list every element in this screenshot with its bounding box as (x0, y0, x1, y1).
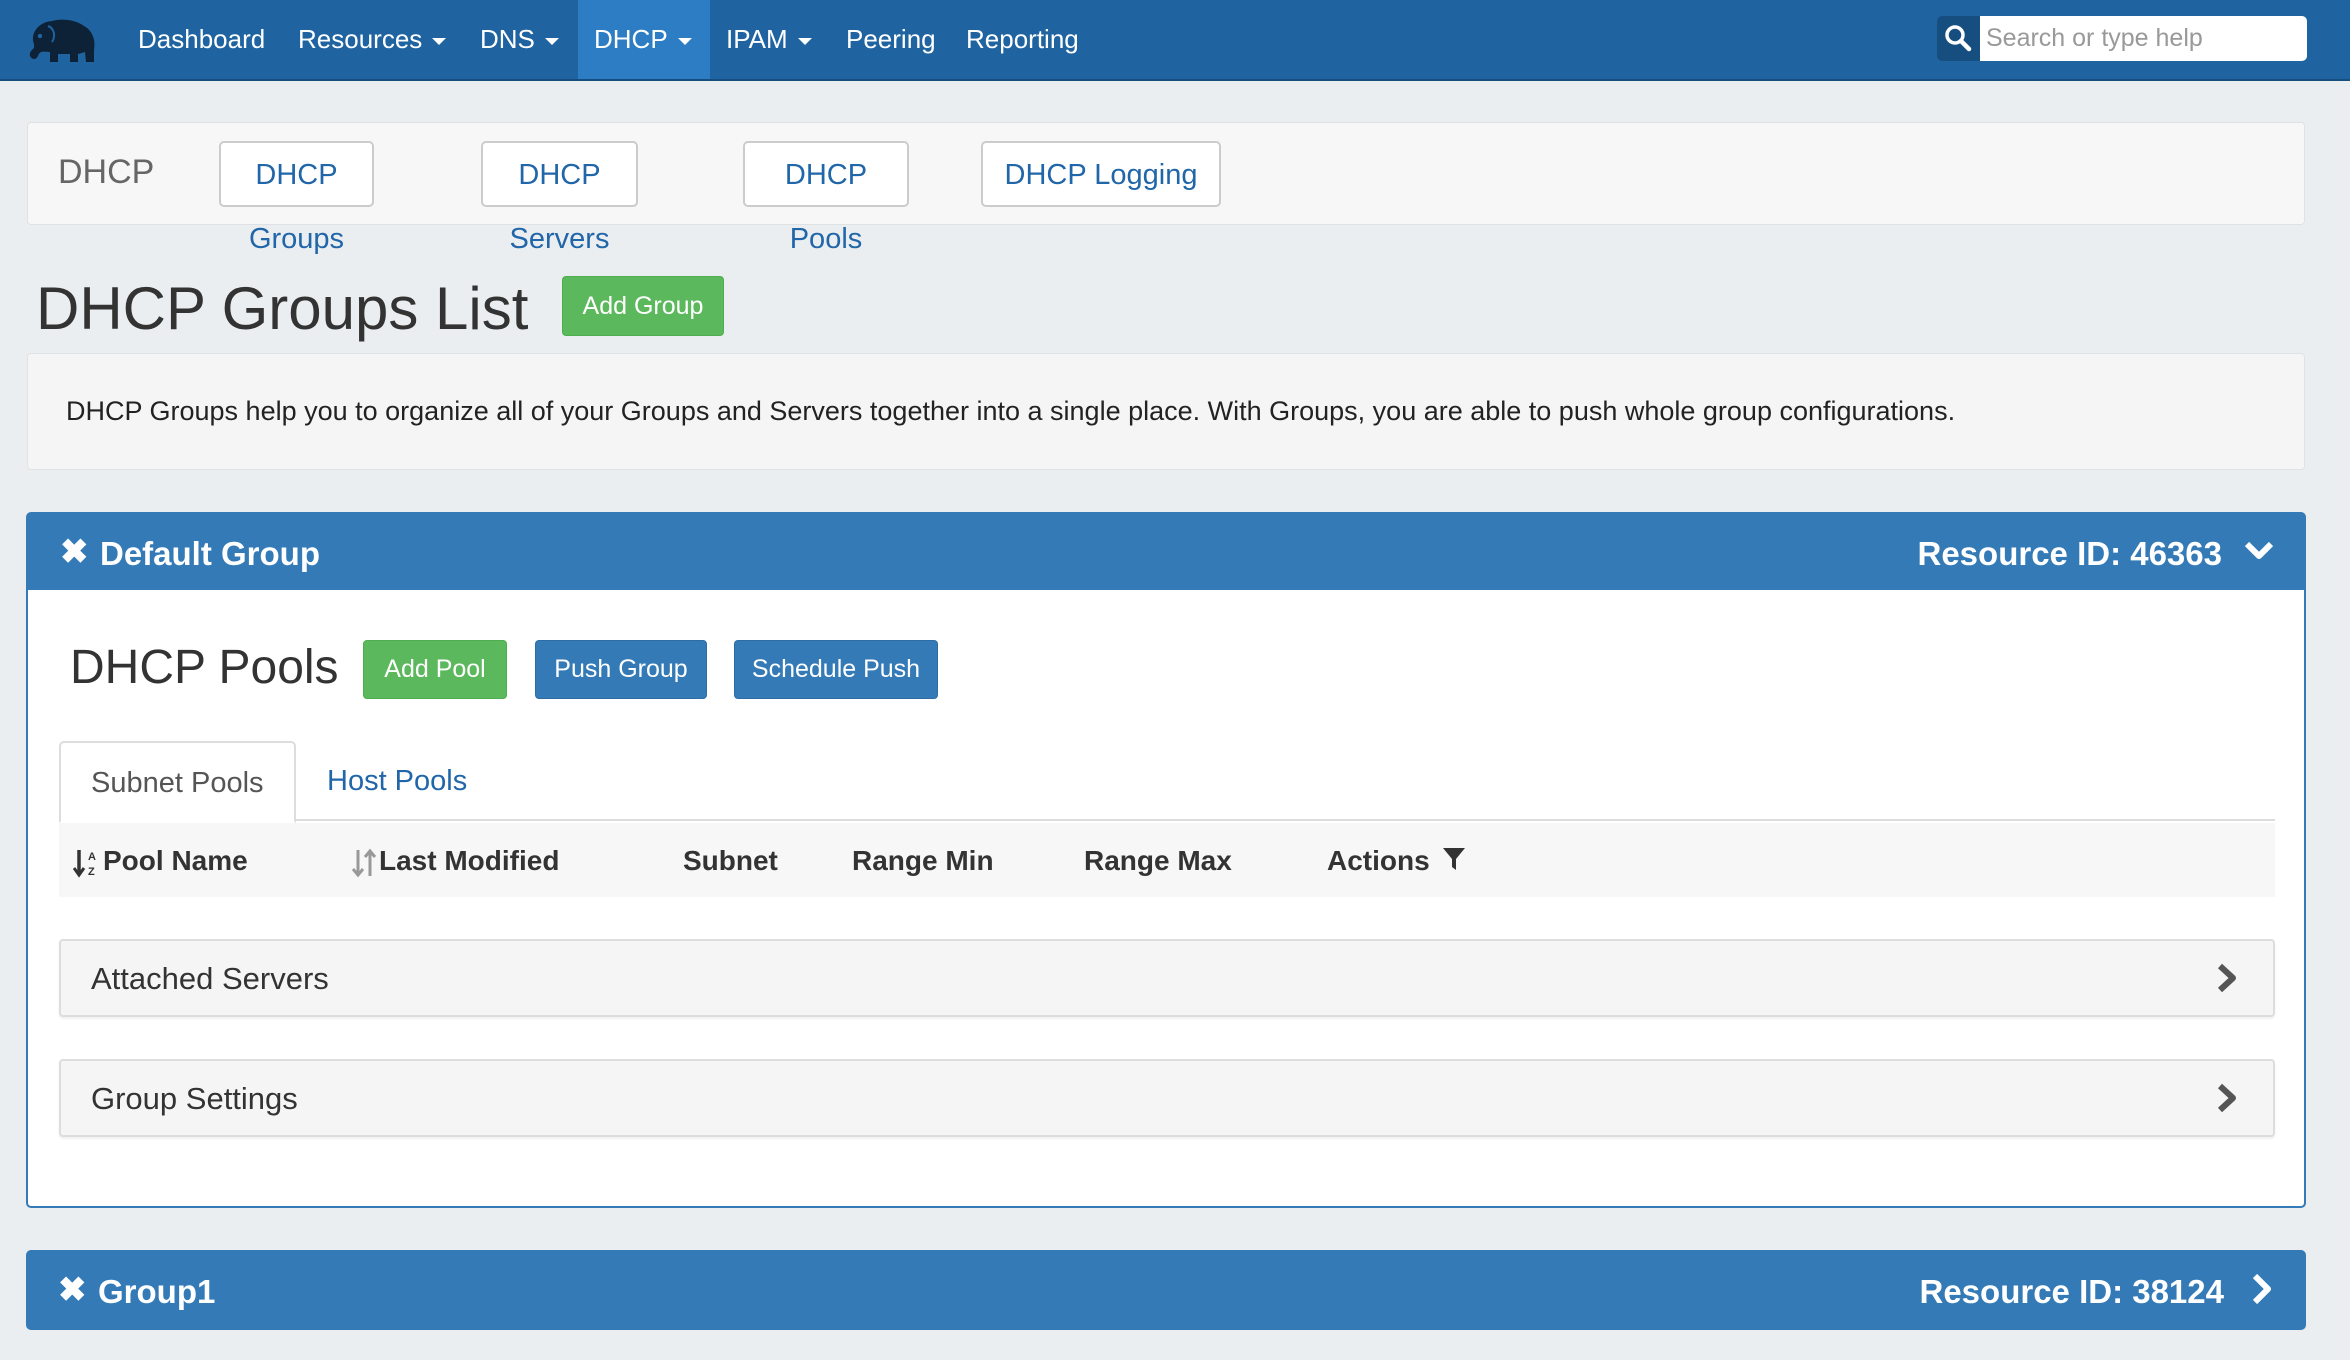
pool-tabs: Subnet Pools Host Pools (59, 741, 2275, 823)
page-title: DHCP Groups List (36, 275, 529, 342)
caret-down-icon (797, 37, 812, 45)
nav-peering-label: Peering (846, 24, 936, 54)
search-icon (1945, 25, 1972, 52)
nav-dhcp-label: DHCP (594, 24, 668, 54)
column-subnet: Subnet (683, 845, 778, 876)
nav-resources-label: Resources (298, 24, 423, 54)
tab-subnet-pools[interactable]: Subnet Pools (59, 741, 296, 823)
top-navbar: Dashboard Resources DNS DHCP IPAM Peerin… (0, 0, 2350, 81)
nav-dashboard[interactable]: Dashboard (122, 0, 281, 79)
dhcp-subnav: DHCP DHCP Groups DHCP Servers DHCP Pools… (27, 122, 2305, 255)
dhcp-pools-button[interactable]: DHCP Pools (743, 141, 909, 255)
push-group-button[interactable]: Push Group (535, 640, 707, 699)
add-pool-button[interactable]: Add Pool (363, 640, 507, 699)
group-settings-panel[interactable]: Group Settings (59, 1059, 2275, 1137)
attached-servers-title: Attached Servers (91, 961, 329, 996)
chevron-right-icon[interactable] (2244, 1272, 2278, 1306)
nav-reporting-label: Reporting (966, 24, 1079, 54)
column-pool-name-label: Pool Name (103, 845, 248, 876)
chevron-right-icon (2217, 963, 2236, 993)
schedule-push-button[interactable]: Schedule Push (734, 640, 938, 699)
column-actions-label: Actions (1327, 845, 1430, 876)
column-last-modified[interactable]: Last Modified (351, 845, 559, 878)
group-title: Group1 (98, 1273, 216, 1310)
resource-id: Resource ID: 46363 (1917, 535, 2223, 572)
tab-host-pools[interactable]: Host Pools (297, 741, 497, 823)
column-pool-name[interactable]: A Z Pool Name (72, 845, 248, 878)
search-box (1937, 16, 2307, 61)
group-header[interactable]: ✖ Default Group Resource ID: 46363 (28, 514, 2304, 590)
resource-id: Resource ID: 38124 (1919, 1273, 2225, 1310)
group-settings-title: Group Settings (91, 1081, 298, 1116)
remove-group-icon[interactable]: ✖ (60, 532, 89, 572)
search-input[interactable] (1980, 16, 2307, 61)
chevron-down-icon[interactable] (2242, 534, 2276, 568)
dhcp-servers-button[interactable]: DHCP Servers (481, 141, 638, 255)
subnav-title: DHCP (58, 153, 155, 191)
nav-ipam-label: IPAM (726, 24, 788, 54)
svg-text:A: A (88, 851, 96, 863)
group-title: Default Group (100, 535, 320, 572)
dhcp-groups-button[interactable]: DHCP Groups (219, 141, 374, 255)
group-panel-group1[interactable]: ✖ Group1 Resource ID: 38124 (26, 1250, 2306, 1330)
nav-reporting[interactable]: Reporting (950, 0, 1095, 79)
caret-down-icon (432, 37, 447, 45)
search-button[interactable] (1937, 16, 1980, 61)
filter-icon[interactable] (1441, 845, 1467, 873)
column-last-modified-label: Last Modified (379, 845, 560, 876)
nav-peering[interactable]: Peering (830, 0, 952, 79)
description-text: DHCP Groups help you to organize all of … (66, 396, 1956, 426)
column-actions: Actions (1327, 845, 1467, 877)
attached-servers-panel[interactable]: Attached Servers (59, 939, 2275, 1017)
caret-down-icon (677, 37, 692, 45)
add-group-button[interactable]: Add Group (562, 276, 724, 336)
svg-text:Z: Z (88, 866, 95, 878)
column-range-min: Range Min (852, 845, 994, 876)
elephant-logo-icon[interactable] (26, 14, 102, 66)
description-well: DHCP Groups help you to organize all of … (27, 353, 2305, 470)
dhcp-logging-button[interactable]: DHCP Logging (981, 141, 1221, 207)
nav-resources[interactable]: Resources (282, 0, 462, 79)
group-panel-default: ✖ Default Group Resource ID: 46363 DHCP … (26, 512, 2306, 1208)
sort-icon (351, 848, 377, 877)
nav-ipam[interactable]: IPAM (710, 0, 828, 79)
nav-dashboard-label: Dashboard (138, 24, 266, 54)
column-range-max: Range Max (1084, 845, 1232, 876)
caret-down-icon (544, 37, 559, 45)
remove-group-icon[interactable]: ✖ (58, 1270, 87, 1310)
sort-alpha-icon: A Z (72, 849, 96, 878)
nav-dhcp[interactable]: DHCP (578, 0, 710, 79)
pools-table-header: A Z Pool Name Last Modified Subnet Range… (59, 823, 2275, 897)
nav-dns[interactable]: DNS (464, 0, 575, 79)
chevron-right-icon (2217, 1083, 2236, 1113)
nav-dns-label: DNS (480, 24, 535, 54)
dhcp-pools-heading: DHCP Pools (70, 641, 339, 694)
